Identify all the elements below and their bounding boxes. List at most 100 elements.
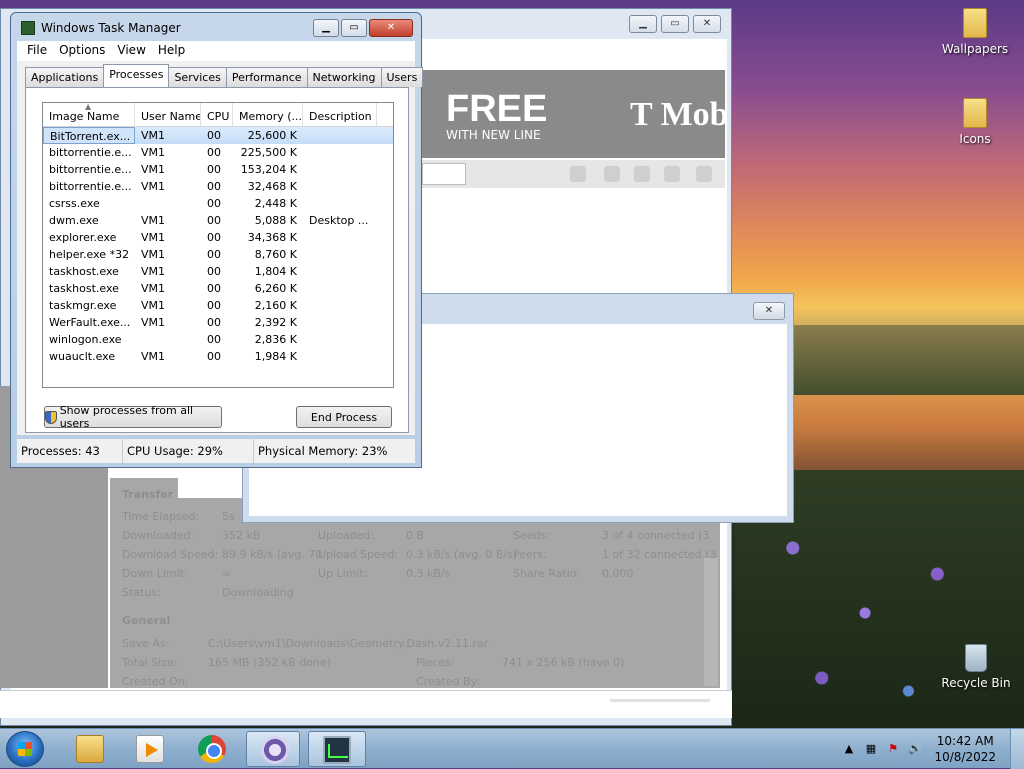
process-cpu: 00 xyxy=(207,350,221,363)
process-cpu: 00 xyxy=(207,316,221,329)
process-name: WerFault.exe... xyxy=(49,316,131,329)
menu-file[interactable]: File xyxy=(23,41,51,61)
process-memory: 25,600 K xyxy=(247,129,297,142)
process-name: bittorrentie.e... xyxy=(49,163,132,176)
process-cpu: 00 xyxy=(207,214,221,227)
chevron-up-icon[interactable]: ▲ xyxy=(842,742,856,756)
desktop-icon-recycle-bin[interactable]: Recycle Bin xyxy=(938,644,1014,690)
menu-options[interactable]: Options xyxy=(55,41,109,61)
table-row[interactable]: taskhost.exe VM1 00 1,804 K xyxy=(43,263,393,280)
general-label: Pieces: xyxy=(416,656,455,669)
menu-help[interactable]: Help xyxy=(154,41,189,61)
list-icon[interactable] xyxy=(634,166,650,182)
table-row[interactable]: bittorrentie.e... VM1 00 225,500 K xyxy=(43,144,393,161)
taskbar: ▲ ▦ ⚑ 🔊 10:42 AM 10/8/2022 xyxy=(0,728,1024,769)
table-row[interactable]: dwm.exe VM1 00 5,088 K Desktop ... xyxy=(43,212,393,229)
process-user: VM1 xyxy=(141,282,166,295)
tab-networking[interactable]: Networking xyxy=(306,67,382,87)
monitor-icon[interactable] xyxy=(664,166,680,182)
maximize-button[interactable]: ▭ xyxy=(661,15,689,33)
transfer-title: Transfer xyxy=(122,488,174,501)
process-name: taskhost.exe xyxy=(49,265,119,278)
column-user-name[interactable]: User Name xyxy=(135,103,201,127)
table-row[interactable]: winlogon.exe 00 2,836 K xyxy=(43,331,393,348)
process-description xyxy=(303,229,377,246)
close-button[interactable]: ✕ xyxy=(369,19,413,37)
tab-performance[interactable]: Performance xyxy=(225,67,308,87)
network-icon[interactable]: ▦ xyxy=(864,742,878,756)
column-cpu[interactable]: CPU xyxy=(201,103,233,127)
show-desktop-button[interactable] xyxy=(1010,729,1024,769)
tab-applications[interactable]: Applications xyxy=(25,67,105,87)
bulb-icon[interactable] xyxy=(570,166,586,182)
table-row[interactable]: bittorrentie.e... VM1 00 153,204 K xyxy=(43,161,393,178)
window-caption-buttons: ▁ ▭ ✕ xyxy=(629,15,721,33)
table-row[interactable]: BitTorrent.ex... VM1 00 25,600 K xyxy=(43,127,393,144)
transfer-label: Up Limit: xyxy=(318,567,368,580)
table-row[interactable]: helper.exe *32 VM1 00 8,760 K xyxy=(43,246,393,263)
taskbar-task-manager[interactable] xyxy=(308,731,366,767)
taskbar-windows-explorer[interactable] xyxy=(62,731,116,767)
sort-up-icon: ▲ xyxy=(85,103,92,111)
transfer-label: Download Speed: xyxy=(122,548,219,561)
desktop-icon-icons[interactable]: Icons xyxy=(940,98,1010,146)
taskbar-bittorrent[interactable] xyxy=(246,731,300,767)
table-row[interactable]: taskhost.exe VM1 00 6,260 K xyxy=(43,280,393,297)
start-button[interactable] xyxy=(6,731,44,767)
window-bottom-strip xyxy=(0,690,732,718)
clock[interactable]: 10:42 AM 10/8/2022 xyxy=(934,733,996,765)
process-memory: 2,392 K xyxy=(254,316,297,329)
process-list[interactable]: ▲ Image Name User Name CPU Memory (... D… xyxy=(42,102,394,388)
media-player-icon xyxy=(136,735,164,763)
table-row[interactable]: WerFault.exe... VM1 00 2,392 K xyxy=(43,314,393,331)
table-row[interactable]: wuauclt.exe VM1 00 1,984 K xyxy=(43,348,393,365)
folder-icon xyxy=(963,98,987,128)
process-cpu: 00 xyxy=(207,231,221,244)
tab-users[interactable]: Users xyxy=(380,67,424,87)
status-cpu-usage: CPU Usage: 29% xyxy=(123,439,254,463)
task-manager-panel: Applications Processes Services Performa… xyxy=(17,61,424,435)
chat-icon[interactable] xyxy=(604,166,620,182)
window-title: Windows Task Manager xyxy=(41,21,181,35)
process-user: VM1 xyxy=(141,129,166,142)
table-row[interactable]: explorer.exe VM1 00 34,368 K xyxy=(43,229,393,246)
menu-view[interactable]: View xyxy=(113,41,149,61)
processes-page: ▲ Image Name User Name CPU Memory (... D… xyxy=(25,87,409,433)
general-label: Save As: xyxy=(122,637,170,650)
column-memory[interactable]: Memory (... xyxy=(233,103,303,127)
tab-services[interactable]: Services xyxy=(168,67,227,87)
table-row[interactable]: bittorrentie.e... VM1 00 32,468 K xyxy=(43,178,393,195)
ad-banner[interactable]: FREE WITH NEW LINE T Mob xyxy=(420,70,725,158)
table-row[interactable]: csrss.exe 00 2,448 K xyxy=(43,195,393,212)
process-cpu: 00 xyxy=(207,248,221,261)
close-button[interactable]: ✕ xyxy=(693,15,721,33)
action-center-icon[interactable]: ⚑ xyxy=(886,742,900,756)
taskbar-chrome[interactable] xyxy=(184,731,238,767)
process-description xyxy=(303,314,377,331)
process-user xyxy=(135,195,201,212)
end-process-button[interactable]: End Process xyxy=(296,406,392,428)
taskbar-media-player[interactable] xyxy=(122,731,176,767)
table-row[interactable]: taskmgr.exe VM1 00 2,160 K xyxy=(43,297,393,314)
minimize-button[interactable]: ▁ xyxy=(313,19,339,37)
volume-icon[interactable]: 🔊 xyxy=(908,742,922,756)
recycle-bin-icon xyxy=(965,644,987,672)
search-input[interactable] xyxy=(422,163,466,185)
process-memory: 5,088 K xyxy=(254,214,297,227)
desktop-icon-wallpapers[interactable]: Wallpapers xyxy=(940,8,1010,56)
task-manager-icon xyxy=(323,736,351,764)
uac-shield-icon xyxy=(45,410,57,424)
tab-processes[interactable]: Processes xyxy=(103,64,170,87)
show-all-processes-button[interactable]: Show processes from all users xyxy=(44,404,222,430)
maximize-button[interactable]: ▭ xyxy=(341,19,367,37)
column-image-name[interactable]: ▲ Image Name xyxy=(43,103,135,127)
process-user xyxy=(135,331,201,348)
task-manager-window[interactable]: Windows Task Manager ▁ ▭ ✕ File Options … xyxy=(10,12,424,468)
close-button[interactable]: ✕ xyxy=(753,302,785,320)
gear-icon[interactable] xyxy=(696,166,712,182)
transfer-scrollbar[interactable] xyxy=(704,558,718,686)
column-description[interactable]: Description xyxy=(303,103,377,127)
minimize-button[interactable]: ▁ xyxy=(629,15,657,33)
desktop-icon-label: Recycle Bin xyxy=(941,676,1011,690)
transfer-label: Upload Speed: xyxy=(318,548,399,561)
